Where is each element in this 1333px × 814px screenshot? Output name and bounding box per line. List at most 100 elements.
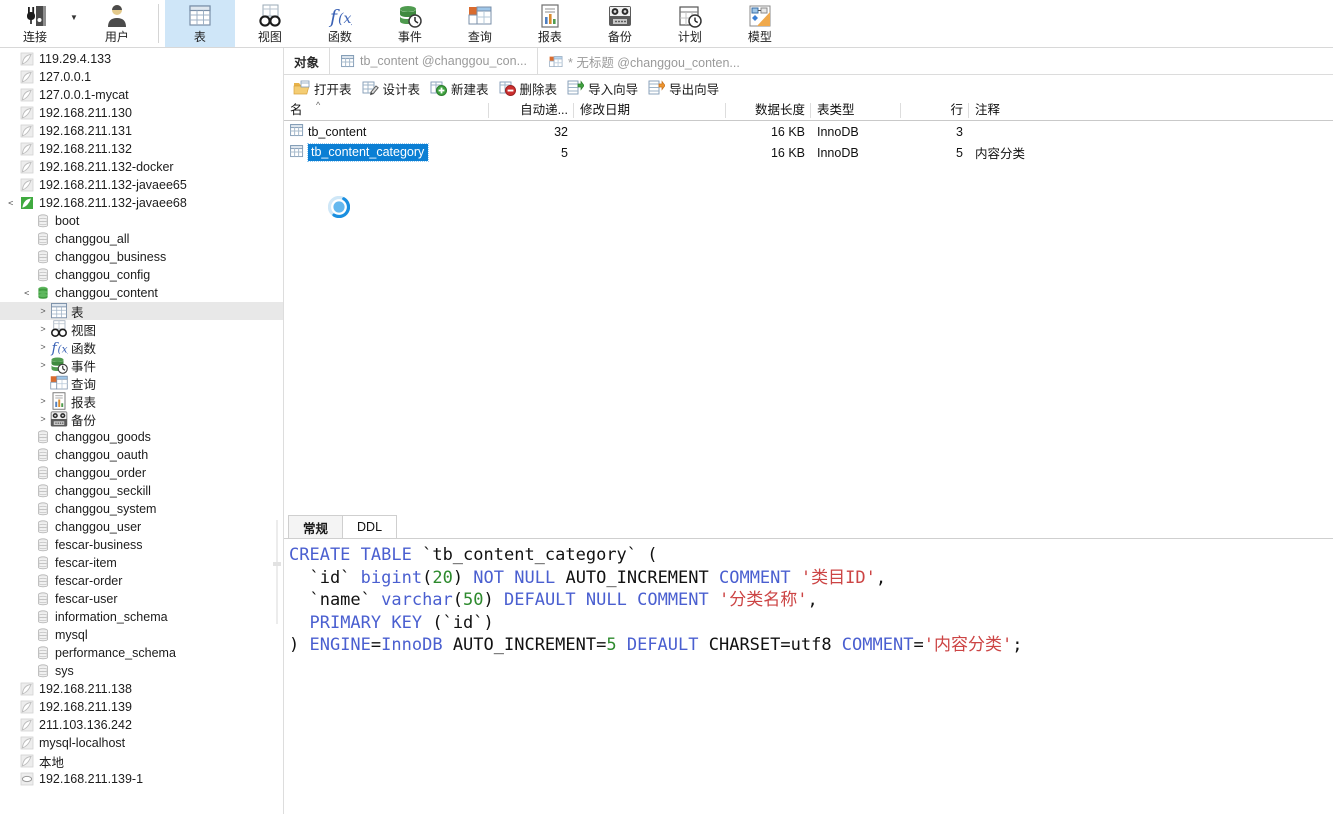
column-header-1[interactable]: 自动递... [489, 101, 574, 120]
ribbon-item-3[interactable]: 视图 [235, 0, 305, 47]
tree-item-6[interactable]: 192.168.211.132-docker [0, 158, 283, 176]
tree-item-38[interactable]: mysql-localhost [0, 734, 283, 752]
table-action-toolbar[interactable]: 打开表 设计表 新建表 删除表 导入向导 导出向导 [284, 75, 1333, 101]
tree-item-29[interactable]: fescar-order [0, 572, 283, 590]
tree-item-4[interactable]: 192.168.211.131 [0, 122, 283, 140]
tree-item-15[interactable]: ˃ 视图 [0, 320, 283, 338]
action-export-wizard[interactable]: 导出向导 [646, 77, 727, 99]
ribbon-item-10[interactable]: 模型 [725, 0, 795, 47]
detail-tab-DDL[interactable]: DDL [342, 515, 398, 538]
database-icon [34, 268, 52, 282]
tree-item-12[interactable]: changgou_config [0, 266, 283, 284]
ribbon-item-2[interactable]: 表 [164, 0, 235, 47]
chevron-right-icon[interactable]: ˃ [36, 414, 50, 424]
chevron-down-icon[interactable]: ˅ [4, 198, 18, 208]
chevron-right-icon[interactable]: ˃ [36, 396, 50, 406]
ddl-line-3: PRIMARY KEY (`id`) [309, 612, 494, 633]
action-label: 导出向导 [669, 82, 720, 97]
tree-item-25[interactable]: changgou_system [0, 500, 283, 518]
tree-item-8[interactable]: ˅ 192.168.211.132-javaee68 [0, 194, 283, 212]
column-header-5[interactable]: 行 [901, 101, 969, 120]
tree-item-2[interactable]: 127.0.0.1-mycat [0, 86, 283, 104]
cell-name[interactable]: tb_content [284, 121, 489, 142]
ribbon-item-5[interactable]: 事件 [375, 0, 445, 47]
table-list-grid[interactable]: 名 ^ 自动递... 修改日期 数据长度 表类型 行注释 tb_content 32 16 KB… [284, 100, 1333, 163]
tree-item-26[interactable]: changgou_user [0, 518, 283, 536]
tree-item-19[interactable]: ˃ 报表 [0, 392, 283, 410]
action-import-wizard[interactable]: 导入向导 [565, 77, 646, 99]
table-row[interactable]: tb_content_category 5 16 KB InnoDB 5 内容分类 [284, 142, 1333, 163]
tree-item-9[interactable]: boot [0, 212, 283, 230]
tree-item-20[interactable]: ˃ 备份 [0, 410, 283, 428]
detail-tab-strip[interactable]: 常规 DDL [288, 515, 398, 538]
cell-table_type: InnoDB [811, 121, 901, 142]
column-header-2[interactable]: 修改日期 [574, 101, 726, 120]
cell-name[interactable]: tb_content_category [284, 142, 489, 163]
action-new-table[interactable]: 新建表 [428, 77, 497, 99]
tree-item-16[interactable]: ˃f(x)函数 [0, 338, 283, 356]
connection-tree-sidebar[interactable]: 119.29.4.133 127.0.0.1 127.0.0.1-mycat 192.… [0, 48, 284, 814]
ribbon-item-0[interactable]: 连接 [0, 0, 70, 47]
table-name[interactable]: tb_content [308, 125, 366, 139]
action-design-table[interactable]: 设计表 [360, 77, 429, 99]
ribbon-item-4[interactable]: f(x)函数 [305, 0, 375, 47]
tree-item-34[interactable]: sys [0, 662, 283, 680]
database-icon [34, 232, 52, 246]
tree-item-39[interactable]: 本地 [0, 752, 283, 770]
chevron-down-icon[interactable]: ▼ [70, 13, 78, 22]
tree-item-27[interactable]: fescar-business [0, 536, 283, 554]
tree-item-23[interactable]: changgou_order [0, 464, 283, 482]
scrollbar-thumb[interactable] [273, 562, 281, 566]
tree-item-21[interactable]: changgou_goods [0, 428, 283, 446]
ribbon-item-9[interactable]: 计划 [655, 0, 725, 47]
tree-item-31[interactable]: information_schema [0, 608, 283, 626]
tree-item-28[interactable]: fescar-item [0, 554, 283, 572]
editor-tab-1[interactable]: tb_content @changgou_con... [329, 48, 537, 74]
editor-tab-strip[interactable]: 对象 tb_content @changgou_con... * 无标题 @chan… [284, 48, 1333, 75]
column-header-4[interactable]: 表类型 [811, 101, 901, 120]
tree-item-7[interactable]: 192.168.211.132-javaee65 [0, 176, 283, 194]
database-icon [34, 484, 52, 498]
column-header-0[interactable]: 名 ^ [284, 100, 489, 120]
chevron-right-icon[interactable]: ˃ [36, 306, 50, 316]
chevron-right-icon[interactable]: ˃ [36, 324, 50, 334]
tree-item-22[interactable]: changgou_oauth [0, 446, 283, 464]
action-open-table[interactable]: 打开表 [291, 77, 360, 99]
tree-item-32[interactable]: mysql [0, 626, 283, 644]
tree-item-30[interactable]: fescar-user [0, 590, 283, 608]
tree-item-24[interactable]: changgou_seckill [0, 482, 283, 500]
tree-item-37[interactable]: 211.103.136.242 [0, 716, 283, 734]
ribbon-item-1[interactable]: 用户 [82, 0, 152, 47]
tree-item-36[interactable]: 192.168.211.139 [0, 698, 283, 716]
detail-tab-常规[interactable]: 常规 [288, 515, 344, 538]
tree-item-3[interactable]: 192.168.211.130 [0, 104, 283, 122]
tree-item-17[interactable]: ˃ 事件 [0, 356, 283, 374]
chevron-down-icon[interactable]: ˅ [20, 288, 34, 298]
column-header-3[interactable]: 数据长度 [726, 101, 811, 120]
editor-tab-2[interactable]: * 无标题 @changgou_conten... [537, 48, 750, 74]
sidebar-scrollbar[interactable] [273, 520, 281, 624]
tree-item-11[interactable]: changgou_business [0, 248, 283, 266]
tree-item-13[interactable]: ˅ changgou_content [0, 284, 283, 302]
ribbon-item-8[interactable]: 备份 [585, 0, 655, 47]
chevron-right-icon[interactable]: ˃ [36, 342, 50, 352]
ribbon-item-7[interactable]: 报表 [515, 0, 585, 47]
tree-item-18[interactable]: 查询 [0, 374, 283, 392]
tree-item-14[interactable]: ˃ 表 [0, 302, 283, 320]
tree-item-1[interactable]: 127.0.0.1 [0, 68, 283, 86]
connection-icon [23, 3, 47, 29]
column-header-6[interactable]: 注释 [969, 101, 1104, 120]
ribbon-item-6[interactable]: 查询 [445, 0, 515, 47]
tree-item-33[interactable]: performance_schema [0, 644, 283, 662]
table-row[interactable]: tb_content 32 16 KB InnoDB 3 [284, 121, 1333, 142]
tree-item-35[interactable]: 192.168.211.138 [0, 680, 283, 698]
column-header-label: 行 [950, 103, 963, 117]
chevron-right-icon[interactable]: ˃ [36, 360, 50, 370]
tree-item-40[interactable]: 192.168.211.139-1 [0, 770, 283, 788]
tree-item-5[interactable]: 192.168.211.132 [0, 140, 283, 158]
action-delete-table[interactable]: 删除表 [497, 77, 566, 99]
tree-item-10[interactable]: changgou_all [0, 230, 283, 248]
editor-tab-0[interactable]: 对象 [284, 48, 329, 74]
tree-item-0[interactable]: 119.29.4.133 [0, 50, 283, 68]
table-name-selected[interactable]: tb_content_category [306, 143, 430, 162]
